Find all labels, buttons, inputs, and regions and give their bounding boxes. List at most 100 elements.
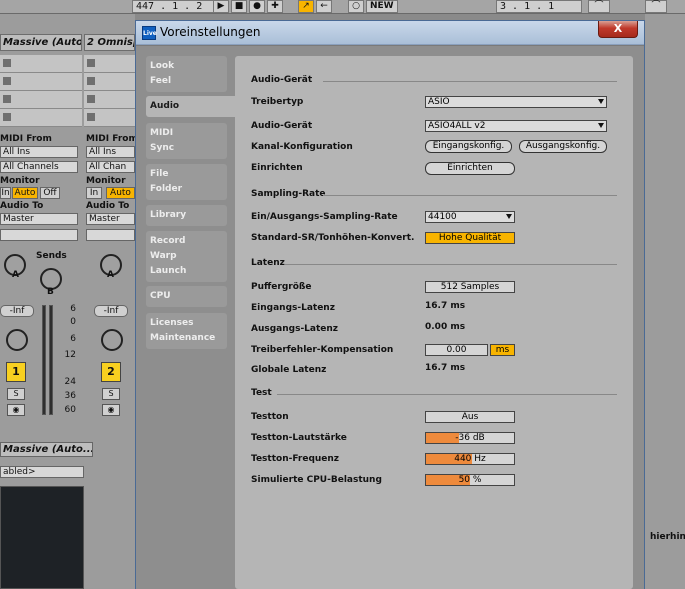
audio-device-label: Audio-Gerät xyxy=(251,121,313,131)
clip-slot[interactable] xyxy=(84,91,135,109)
overall-latency-value: 16.7 ms xyxy=(425,363,466,373)
track-header-2[interactable]: 2 Omnisp xyxy=(84,34,135,51)
background-text: hierhin xyxy=(650,532,685,542)
clip-slot[interactable] xyxy=(84,109,135,127)
track-header-1[interactable]: Massive (Auto xyxy=(0,34,82,51)
chevron-down-icon xyxy=(598,99,604,104)
driver-type-select[interactable]: ASIO xyxy=(425,96,607,108)
tab-file-folder[interactable]: File Folder xyxy=(146,164,227,200)
device-title[interactable]: Massive (Auto... xyxy=(0,442,93,457)
clip-slot[interactable] xyxy=(0,55,82,73)
new-button[interactable]: NEW xyxy=(366,0,398,13)
driver-compensation-unit-toggle[interactable]: ms xyxy=(490,344,515,356)
buffer-size-field[interactable]: 512 Samples xyxy=(425,281,515,293)
output-config-button[interactable]: Ausgangskonfig. xyxy=(519,140,607,153)
cpu-simulation-slider[interactable]: 50 % xyxy=(425,474,515,486)
midi-channel-select[interactable]: All Channels xyxy=(0,161,78,173)
audio-device-value: ASIO4ALL v2 xyxy=(428,121,486,131)
midi-from-select[interactable]: All Ins xyxy=(86,146,135,158)
track-volume-display[interactable]: -Inf xyxy=(94,305,128,317)
clip-stop-icon[interactable] xyxy=(87,59,95,67)
test-frequency-slider[interactable]: 440 Hz xyxy=(425,453,515,465)
punch-out-icon[interactable]: ⌒ xyxy=(645,0,667,13)
device-preset-select[interactable]: abled> xyxy=(0,466,84,478)
dialog-body: Look Feel Audio MIDI Sync File Folder Li… xyxy=(136,46,644,589)
input-config-button[interactable]: Eingangskonfig. xyxy=(425,140,512,153)
clip-slot[interactable] xyxy=(0,91,82,109)
pan-knob[interactable] xyxy=(101,329,123,351)
audio-settings-panel: Audio-Gerät Treibertyp ASIO Audio-Gerät … xyxy=(235,56,633,589)
tab-licenses-maintenance[interactable]: Licenses Maintenance xyxy=(146,313,227,349)
stop-icon[interactable]: ■ xyxy=(231,0,247,13)
clip-slot[interactable] xyxy=(84,73,135,91)
clip-stop-icon[interactable] xyxy=(87,113,95,121)
midi-from-select[interactable]: All Ins xyxy=(0,146,78,158)
test-tone-toggle[interactable]: Aus xyxy=(425,411,515,423)
session-record-icon[interactable]: ○ xyxy=(348,0,364,13)
monitor-auto-button[interactable]: Auto xyxy=(106,187,135,199)
tab-label: Maintenance xyxy=(150,333,216,343)
close-button[interactable]: X xyxy=(598,21,638,38)
clip-slot[interactable] xyxy=(84,55,135,73)
arm-button[interactable]: ◉ xyxy=(7,404,25,416)
clip-stop-icon[interactable] xyxy=(3,113,11,121)
track-activator-button[interactable]: 1 xyxy=(6,362,26,382)
song-position-display[interactable]: 447 . 1 . 2 xyxy=(132,0,214,13)
add-icon[interactable]: ✚ xyxy=(267,0,283,13)
arm-button[interactable]: ◉ xyxy=(102,404,120,416)
monitor-in-button[interactable]: In xyxy=(86,187,102,199)
track-activator-button[interactable]: 2 xyxy=(101,362,121,382)
test-frequency-label: Testton-Frequenz xyxy=(251,454,340,464)
tab-cpu[interactable]: CPU xyxy=(146,286,227,307)
db-scale-label: 6 xyxy=(70,334,76,344)
audio-to-label: Audio To xyxy=(0,201,44,211)
monitor-in-button[interactable]: In xyxy=(0,187,11,199)
slider-value: -36 dB xyxy=(455,433,485,443)
chevron-down-icon xyxy=(506,214,512,219)
record-icon[interactable]: ● xyxy=(249,0,265,13)
automation-arm-icon[interactable]: ↗ xyxy=(298,0,314,13)
tab-label: CPU xyxy=(150,291,171,301)
test-volume-slider[interactable]: -36 dB xyxy=(425,432,515,444)
setup-button[interactable]: Einrichten xyxy=(425,162,515,175)
tab-record-warp-launch[interactable]: Record Warp Launch xyxy=(146,231,227,282)
send-a-label: A xyxy=(12,270,19,280)
db-scale-label: 12 xyxy=(64,350,76,360)
tab-audio[interactable]: Audio xyxy=(146,96,236,117)
dialog-titlebar[interactable]: Live Voreinstellungen X xyxy=(136,21,644,45)
audio-device-select[interactable]: ASIO4ALL v2 xyxy=(425,120,607,132)
tab-midi-sync[interactable]: MIDI Sync xyxy=(146,123,227,159)
back-to-arrangement-icon[interactable]: ← xyxy=(316,0,332,13)
solo-button[interactable]: S xyxy=(102,388,120,400)
clip-stop-icon[interactable] xyxy=(3,59,11,67)
tab-label: Look xyxy=(150,61,175,71)
db-scale-label: 60 xyxy=(64,405,76,415)
punch-in-icon[interactable]: ⌒ xyxy=(588,0,610,13)
midi-channel-select[interactable]: All Chan xyxy=(86,161,135,173)
pan-knob[interactable] xyxy=(6,329,28,351)
clip-stop-icon[interactable] xyxy=(3,77,11,85)
clip-stop-icon[interactable] xyxy=(87,95,95,103)
slider-value: 440 Hz xyxy=(454,454,486,464)
monitor-off-button[interactable]: Off xyxy=(40,187,60,199)
monitor-auto-button[interactable]: Auto xyxy=(12,187,38,199)
sample-rate-select[interactable]: 44100 xyxy=(425,211,515,223)
driver-compensation-field[interactable]: 0.00 xyxy=(425,344,488,356)
audio-to-select[interactable]: Master xyxy=(86,213,135,225)
test-volume-label: Testton-Lautstärke xyxy=(251,433,347,443)
loop-start-display[interactable]: 3 . 1 . 1 xyxy=(496,0,582,13)
clip-stop-icon[interactable] xyxy=(3,95,11,103)
tab-library[interactable]: Library xyxy=(146,205,227,226)
src-quality-toggle[interactable]: Hohe Qualität xyxy=(425,232,515,244)
db-scale-label: 6 xyxy=(70,304,76,314)
clip-slot[interactable] xyxy=(0,109,82,127)
audio-to-channel-select[interactable] xyxy=(0,229,78,241)
play-icon[interactable]: ▶ xyxy=(213,0,229,13)
solo-button[interactable]: S xyxy=(7,388,25,400)
audio-to-select[interactable]: Master xyxy=(0,213,78,225)
audio-to-channel-select[interactable] xyxy=(86,229,135,241)
tab-look-feel[interactable]: Look Feel xyxy=(146,56,227,92)
track-volume-display[interactable]: -Inf xyxy=(0,305,34,317)
clip-stop-icon[interactable] xyxy=(87,77,95,85)
clip-slot[interactable] xyxy=(0,73,82,91)
